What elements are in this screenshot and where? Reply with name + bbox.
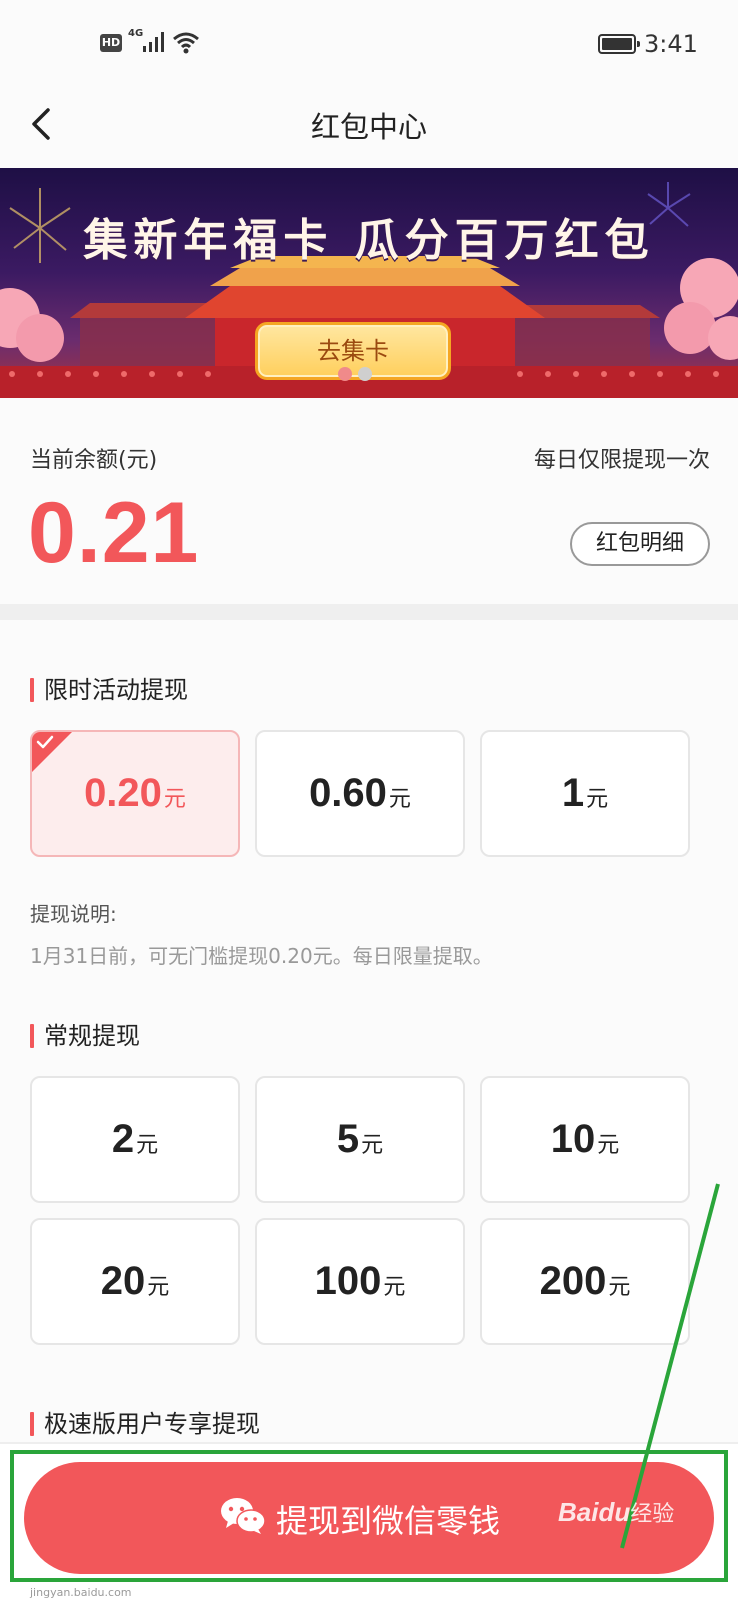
withdraw-limit-note: 每日仅限提现一次 bbox=[533, 448, 710, 473]
limited-withdraw-heading: 限时活动提现 bbox=[30, 676, 188, 704]
balance-label: 当前余额(元) bbox=[30, 448, 158, 473]
withdraw-amount: 0.60 bbox=[309, 771, 387, 815]
withdraw-unit: 元 bbox=[136, 1133, 159, 1158]
withdraw-unit: 元 bbox=[597, 1133, 620, 1158]
clock: 3:41 bbox=[644, 30, 698, 58]
withdraw-button-label: 提现到微信零钱 bbox=[276, 1502, 501, 1540]
battery-icon bbox=[598, 34, 640, 54]
withdraw-amount: 1 bbox=[561, 771, 585, 815]
withdraw-amount: 10 bbox=[550, 1117, 596, 1161]
nav-bar: 红包中心 bbox=[0, 90, 738, 168]
page-title: 红包中心 bbox=[310, 110, 427, 144]
signal-icon bbox=[143, 32, 164, 52]
withdraw-amount: 5 bbox=[336, 1117, 360, 1161]
withdraw-amount: 2 bbox=[111, 1117, 135, 1161]
withdraw-amount: 0.20 bbox=[84, 771, 162, 815]
withdraw-unit: 元 bbox=[608, 1275, 631, 1300]
wechat-icon bbox=[221, 1498, 266, 1534]
balance-value: 0.21 bbox=[28, 485, 200, 581]
watermark-url: jingyan.baidu.com bbox=[30, 1586, 132, 1599]
banner-dot bbox=[358, 367, 372, 381]
withdraw-amount: 100 bbox=[314, 1259, 382, 1303]
withdraw-option-200[interactable]: 200元 bbox=[480, 1218, 690, 1345]
check-icon bbox=[36, 735, 54, 749]
regular-withdraw-heading: 常规提现 bbox=[30, 1022, 140, 1050]
section-divider bbox=[0, 604, 738, 620]
withdraw-to-wechat-button[interactable]: 提现到微信零钱 bbox=[24, 1462, 714, 1574]
banner-dot-active bbox=[338, 367, 352, 381]
withdraw-unit: 元 bbox=[388, 787, 411, 812]
withdraw-unit: 元 bbox=[163, 787, 186, 812]
balance-panel: 当前余额(元) 每日仅限提现一次 0.21 红包明细 bbox=[0, 398, 738, 604]
withdraw-option-0-60[interactable]: 0.60元 bbox=[255, 730, 465, 857]
withdraw-amount: 200 bbox=[539, 1259, 607, 1303]
bottom-action-bar: 提现到微信零钱 bbox=[0, 1442, 738, 1600]
withdraw-option-0-20[interactable]: 0.20元 bbox=[30, 730, 240, 857]
withdraw-option-10[interactable]: 10元 bbox=[480, 1076, 690, 1203]
withdraw-amount: 20 bbox=[100, 1259, 146, 1303]
hd-badge: HD bbox=[100, 34, 122, 52]
red-packet-center-page: HD 4G 3:41 红包中心 集新年福卡 瓜分百万红包 去集卡 当前余额(元)… bbox=[0, 0, 738, 1600]
withdraw-unit: 元 bbox=[586, 787, 609, 812]
banner-pagination bbox=[338, 366, 378, 385]
express-withdraw-heading: 极速版用户专享提现 bbox=[30, 1410, 260, 1438]
banner-title: 集新年福卡 瓜分百万红包 bbox=[83, 215, 655, 266]
withdraw-unit: 元 bbox=[361, 1133, 384, 1158]
withdraw-note-text: 1月31日前，可无门槛提现0.20元。每日限量提取。 bbox=[30, 944, 493, 968]
red-packet-detail-button[interactable]: 红包明细 bbox=[570, 522, 710, 566]
wifi-icon bbox=[173, 32, 199, 54]
promo-banner[interactable]: 集新年福卡 瓜分百万红包 去集卡 bbox=[0, 168, 738, 398]
network-type: 4G bbox=[128, 28, 144, 39]
withdraw-note-title: 提现说明: bbox=[30, 902, 117, 926]
status-bar: HD 4G 3:41 bbox=[0, 0, 738, 90]
withdraw-option-5[interactable]: 5元 bbox=[255, 1076, 465, 1203]
withdraw-option-1[interactable]: 1元 bbox=[480, 730, 690, 857]
withdraw-option-100[interactable]: 100元 bbox=[255, 1218, 465, 1345]
withdraw-option-2[interactable]: 2元 bbox=[30, 1076, 240, 1203]
withdraw-unit: 元 bbox=[383, 1275, 406, 1300]
withdraw-unit: 元 bbox=[147, 1275, 170, 1300]
withdraw-option-20[interactable]: 20元 bbox=[30, 1218, 240, 1345]
